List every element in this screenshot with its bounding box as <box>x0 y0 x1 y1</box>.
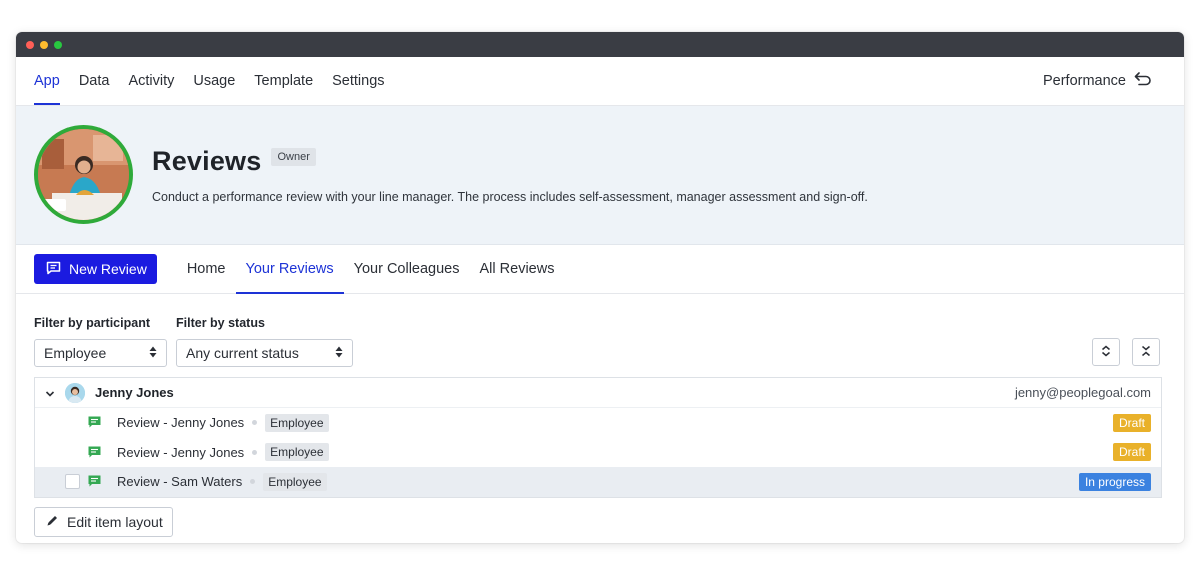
sort-arrows-icon <box>335 345 343 361</box>
tab-activity[interactable]: Activity <box>119 57 184 105</box>
owner-badge: Owner <box>271 147 316 166</box>
tab-usage[interactable]: Usage <box>184 57 245 105</box>
minimize-window-dot[interactable] <box>40 40 48 49</box>
tab-all-reviews[interactable]: All Reviews <box>470 245 565 293</box>
list-item[interactable]: Review - Jenny Jones Employee Draft <box>35 408 1161 438</box>
status-filter-label: Filter by status <box>176 316 265 330</box>
tab-app[interactable]: App <box>34 57 69 105</box>
role-badge: Employee <box>265 413 329 432</box>
app-avatar-image <box>34 125 133 224</box>
sort-arrows-icon <box>149 345 157 361</box>
new-review-button[interactable]: New Review <box>34 254 157 284</box>
review-list: Jenny Jones jenny@peoplegoal.com Review … <box>34 377 1162 498</box>
list-item[interactable]: Review - Jenny Jones Employee Draft <box>35 438 1161 468</box>
tab-home[interactable]: Home <box>177 245 236 293</box>
collapse-all-button[interactable] <box>1132 338 1160 366</box>
participant-email: jenny@peoplegoal.com <box>1014 385 1151 400</box>
review-title[interactable]: Review - Sam Waters <box>117 474 242 489</box>
expand-icon <box>1101 344 1111 360</box>
maximize-window-dot[interactable] <box>54 40 62 49</box>
new-review-label: New Review <box>69 261 147 277</box>
list-item[interactable]: Review - Sam Waters Employee In progress <box>35 467 1161 497</box>
participant-select-value: Employee <box>44 345 107 361</box>
edit-item-layout-label: Edit item layout <box>67 514 163 530</box>
list-item-content: Review - Sam Waters Employee <box>117 472 327 491</box>
collapse-icon <box>1141 344 1151 360</box>
performance-label: Performance <box>1042 73 1126 89</box>
status-badge: In progress <box>1078 472 1151 491</box>
return-arrow-icon <box>1134 72 1152 90</box>
performance-link[interactable]: Performance <box>1043 57 1166 105</box>
page-title: Reviews <box>152 146 262 176</box>
participant-group-row[interactable]: Jenny Jones jenny@peoplegoal.com <box>35 378 1161 408</box>
avatar <box>65 383 85 403</box>
close-window-dot[interactable] <box>26 40 34 49</box>
app-header: Reviews Owner Conduct a performance revi… <box>16 106 1184 245</box>
tab-your-reviews[interactable]: Your Reviews <box>235 245 344 294</box>
list-item-content: Review - Jenny Jones Employee <box>117 413 329 432</box>
chevron-down-icon[interactable] <box>45 387 55 402</box>
status-badge: Draft <box>1112 443 1151 462</box>
tab-template[interactable]: Template <box>245 57 323 105</box>
chat-icon <box>88 446 101 461</box>
tab-settings[interactable]: Settings <box>323 57 394 105</box>
participant-filter-label: Filter by participant <box>34 316 150 330</box>
chat-icon <box>88 416 101 431</box>
window-titlebar <box>16 32 1184 57</box>
tab-data[interactable]: Data <box>69 57 119 105</box>
separator-dot <box>252 449 258 455</box>
list-item-content: Review - Jenny Jones Employee <box>117 443 329 462</box>
separator-dot <box>250 479 256 485</box>
message-icon <box>46 261 61 278</box>
participant-name: Jenny Jones <box>95 385 174 400</box>
top-nav: App Data Activity Usage Template Setting… <box>16 57 1184 106</box>
status-select[interactable]: Any current status <box>176 339 353 367</box>
edit-item-layout-button[interactable]: Edit item layout <box>34 507 173 537</box>
review-title[interactable]: Review - Jenny Jones <box>117 415 244 430</box>
review-title[interactable]: Review - Jenny Jones <box>117 445 244 460</box>
role-badge: Employee <box>263 472 327 491</box>
sub-nav: New Review Home Your Reviews Your Collea… <box>16 245 1184 294</box>
row-checkbox[interactable] <box>65 474 80 489</box>
participant-select[interactable]: Employee <box>34 339 167 367</box>
status-select-value: Any current status <box>186 345 299 361</box>
app-window: App Data Activity Usage Template Setting… <box>16 32 1184 543</box>
chat-icon <box>88 475 101 490</box>
status-badge: Draft <box>1112 413 1151 432</box>
app-description: Conduct a performance review with your l… <box>152 190 868 204</box>
role-badge: Employee <box>265 443 329 462</box>
tab-your-colleagues[interactable]: Your Colleagues <box>344 245 470 293</box>
expand-all-button[interactable] <box>1092 338 1120 366</box>
pencil-icon <box>46 514 59 530</box>
separator-dot <box>252 420 258 426</box>
